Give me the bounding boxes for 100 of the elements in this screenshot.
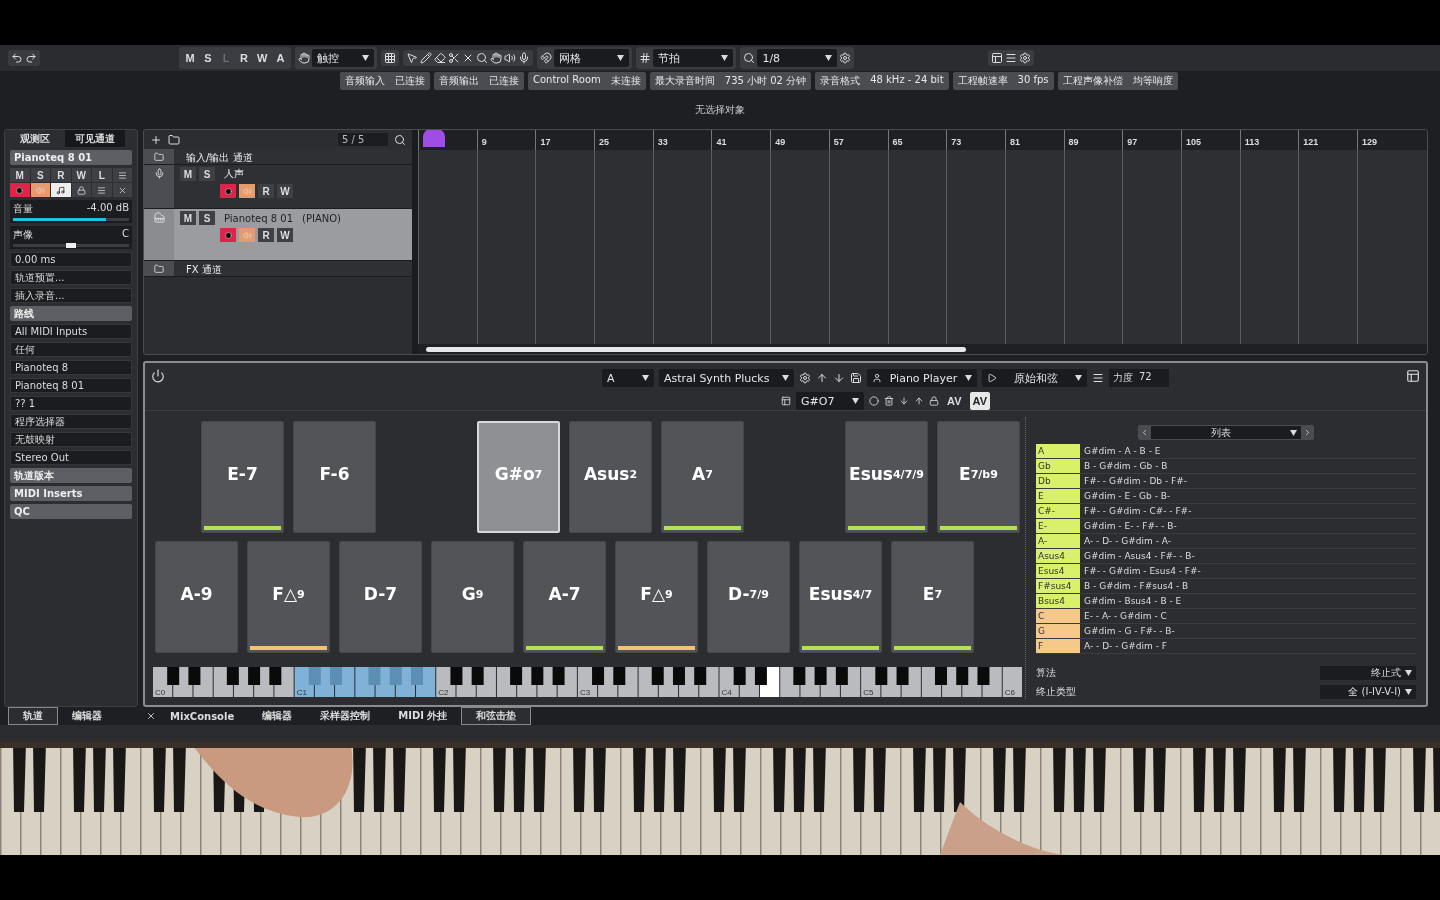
automation-button[interactable]: W: [277, 228, 293, 242]
track-button[interactable]: M: [180, 211, 196, 225]
root-dropdown[interactable]: A: [602, 369, 654, 387]
chord-pad[interactable]: A-7: [523, 541, 606, 653]
progression-text[interactable]: F#- - G#dim - Esus4 - F#-: [1084, 566, 1201, 576]
up-icon[interactable]: [914, 396, 925, 406]
folder-icon[interactable]: [168, 133, 180, 146]
chord-cell[interactable]: Esus4: [1036, 564, 1080, 578]
chord-cell[interactable]: C#-: [1036, 504, 1080, 518]
keyboard-octave[interactable]: C1: [294, 667, 436, 697]
chord-cell[interactable]: Gb: [1036, 459, 1080, 473]
chord-pad[interactable]: F△$^{9}$: [247, 541, 330, 653]
touch-mode-dropdown[interactable]: 触控: [312, 49, 375, 67]
track-row[interactable]: M S 人声 R W: [144, 165, 412, 209]
inspector-tab[interactable]: 可见通道: [65, 130, 125, 147]
keyboard-octave[interactable]: C5: [861, 667, 1002, 697]
track-button[interactable]: M: [10, 168, 30, 182]
preset-dropdown[interactable]: 插入录音...: [10, 288, 132, 303]
list-mode-dropdown[interactable]: 列表: [1151, 426, 1301, 439]
lock-icon[interactable]: [929, 396, 940, 406]
routing-dropdown[interactable]: 任何: [10, 342, 132, 357]
chord-pad[interactable]: G$^{9}$: [431, 541, 514, 653]
chord-pad[interactable]: E$^{7}$: [891, 541, 974, 653]
pencil-icon[interactable]: [420, 52, 433, 64]
note-button[interactable]: [51, 183, 71, 197]
settings-icon[interactable]: [799, 372, 811, 384]
chord-cell[interactable]: Db: [1036, 474, 1080, 488]
progression-text[interactable]: G#dim - Asus4 - F#- - B-: [1084, 551, 1195, 561]
track-button[interactable]: M: [180, 167, 196, 181]
progression-text[interactable]: B - G#dim - F#sus4 - B: [1084, 581, 1189, 591]
snap-dropdown[interactable]: 网格: [554, 49, 630, 67]
eraser-icon[interactable]: [434, 52, 447, 64]
pan-slider[interactable]: [13, 244, 129, 247]
close-icon[interactable]: [146, 711, 156, 721]
progression-text[interactable]: G#dim - G - F#- - B-: [1084, 626, 1175, 636]
chord-cell[interactable]: Bsus4: [1036, 594, 1080, 608]
chord-pad[interactable]: D-$^{7/9}$: [707, 541, 790, 653]
chord-pad[interactable]: A$^{7}$: [661, 421, 744, 533]
speaker-icon[interactable]: [504, 52, 517, 64]
delay-field[interactable]: 0.00 ms: [10, 252, 132, 267]
zone-tab[interactable]: 轨道: [8, 707, 58, 725]
search-icon[interactable]: [476, 52, 489, 64]
search-icon[interactable]: [743, 52, 756, 64]
progression-text[interactable]: G#dim - A - B - E: [1084, 446, 1161, 456]
chord-cell[interactable]: E-: [1036, 519, 1080, 533]
add-icon[interactable]: [150, 133, 162, 146]
velocity-control[interactable]: 力度 72: [1109, 369, 1169, 387]
progression-text[interactable]: F#- - G#dim - Db - F#-: [1084, 476, 1187, 486]
chord-dropdown[interactable]: G#O7: [796, 392, 865, 410]
track-button[interactable]: R: [51, 168, 71, 182]
player-dropdown[interactable]: Piano Player: [867, 369, 977, 387]
redo-icon[interactable]: [25, 52, 37, 64]
routing-dropdown[interactable]: All MIDI Inputs: [10, 324, 132, 339]
chord-cell[interactable]: A-: [1036, 534, 1080, 548]
routing-header[interactable]: 路线: [10, 306, 132, 321]
av-button[interactable]: AV: [944, 392, 965, 410]
keyboard-octave[interactable]: C3: [577, 667, 719, 697]
routing-dropdown[interactable]: Pianoteq 8 01: [10, 378, 132, 393]
routing-dropdown[interactable]: ?? 1: [10, 396, 132, 411]
hand-icon[interactable]: [490, 52, 503, 64]
record-button[interactable]: [220, 184, 236, 198]
zone-tab[interactable]: 编辑器: [58, 707, 116, 725]
setting-dropdown[interactable]: 终止式: [1320, 666, 1416, 680]
down-icon[interactable]: [899, 396, 910, 406]
volume-slider[interactable]: [13, 218, 129, 221]
chord-pad[interactable]: Asus$^{2}$: [569, 421, 652, 533]
scissors-icon[interactable]: [448, 52, 461, 64]
edit-button[interactable]: [112, 168, 132, 182]
preset-dropdown[interactable]: 轨道预置...: [10, 270, 132, 285]
chord-pad[interactable]: A-9: [155, 541, 238, 653]
track-button[interactable]: W: [71, 168, 91, 182]
mic-icon[interactable]: [518, 52, 531, 64]
chord-cell[interactable]: F#sus4: [1036, 579, 1080, 593]
folder-track[interactable]: 输入/输出 通道: [144, 149, 412, 165]
routing-dropdown[interactable]: 无鼓映射: [10, 432, 132, 447]
chord-pad[interactable]: Esus$^{4/7}$: [799, 541, 882, 653]
automation-button[interactable]: W: [277, 184, 293, 198]
layout-icon[interactable]: [991, 52, 1004, 64]
routing-dropdown[interactable]: Pianoteq 8: [10, 360, 132, 375]
track-button[interactable]: L: [92, 168, 112, 182]
keyboard-octave[interactable]: C4: [719, 667, 861, 697]
zone-tab[interactable]: 和弦击垫: [461, 707, 532, 725]
progression-text[interactable]: F#- - G#dim - C#- - F#-: [1084, 506, 1192, 516]
chord-cell[interactable]: F: [1036, 639, 1080, 653]
freeze-button[interactable]: [112, 183, 132, 197]
hand-icon[interactable]: [298, 52, 311, 64]
zone-tab[interactable]: 采样器控制: [306, 707, 385, 725]
monitor-button[interactable]: [30, 183, 50, 197]
progression-text[interactable]: A- - D- - G#dim - A-: [1084, 536, 1171, 546]
pointer-icon[interactable]: [406, 52, 419, 64]
undo-icon[interactable]: [11, 52, 23, 64]
zone-tab[interactable]: MIDI 外挂: [384, 707, 462, 725]
track-button[interactable]: S: [199, 211, 215, 225]
chord-cell[interactable]: E: [1036, 489, 1080, 503]
progression-text[interactable]: G#dim - Bsus4 - B - E: [1084, 596, 1182, 606]
power-icon[interactable]: [151, 369, 165, 383]
track-name-bar[interactable]: Pianoteq 8 01: [10, 150, 132, 165]
chord-cell[interactable]: G: [1036, 624, 1080, 638]
menu-icon[interactable]: [1092, 372, 1104, 384]
search-icon[interactable]: [394, 133, 406, 146]
